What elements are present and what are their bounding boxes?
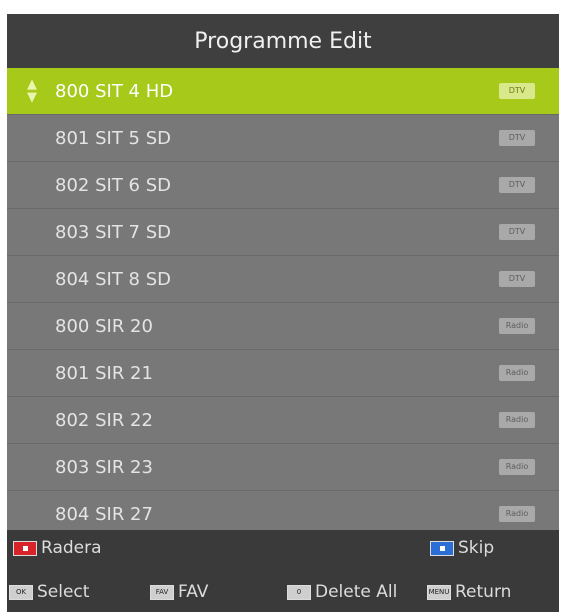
channel-type-badge: Radio: [499, 412, 535, 428]
legend-skip[interactable]: Skip: [430, 538, 494, 558]
channel-type-badge: DTV: [499, 271, 535, 287]
legend-fav[interactable]: FAV FAV: [150, 582, 208, 602]
channel-name: 800 SIT 4 HD: [55, 80, 174, 102]
channel-name: 801 SIT 5 SD: [55, 127, 171, 149]
channel-row[interactable]: 801 SIR 21 Radio: [7, 350, 559, 397]
channel-row[interactable]: ▲ ▼ 800 SIT 4 HD DTV: [7, 68, 559, 115]
legend-skip-label: Skip: [458, 538, 495, 558]
red-key-icon: [13, 540, 37, 556]
channel-type-badge: DTV: [499, 177, 535, 193]
channel-name: 802 SIT 6 SD: [55, 174, 171, 196]
key-legend: Radera Skip OK Select FAV FAV 0 Delete A…: [7, 530, 559, 612]
channel-name: 804 SIR 27: [55, 503, 153, 525]
channel-type-badge: Radio: [499, 318, 535, 334]
blue-key-icon: [430, 540, 454, 556]
channel-name: 803 SIR 23: [55, 456, 153, 478]
programme-edit-panel: Programme Edit ▲ ▼ 800 SIT 4 HD DTV 801 S…: [7, 14, 559, 612]
legend-delete-label: Radera: [41, 538, 102, 558]
channel-row[interactable]: 802 SIR 22 Radio: [7, 397, 559, 444]
channel-type-badge: DTV: [499, 224, 535, 240]
channel-row[interactable]: 803 SIR 23 Radio: [7, 444, 559, 491]
channel-row[interactable]: 803 SIT 7 SD DTV: [7, 209, 559, 256]
fav-key-icon: FAV: [150, 584, 174, 600]
channel-type-badge: Radio: [499, 506, 535, 522]
channel-name: 803 SIT 7 SD: [55, 221, 171, 243]
legend-return-label: Return: [455, 582, 512, 602]
channel-name: 804 SIT 8 SD: [55, 268, 171, 290]
channel-type-badge: DTV: [499, 83, 535, 99]
legend-delete[interactable]: Radera: [13, 538, 102, 558]
page-title-text: Programme Edit: [194, 28, 372, 54]
channel-row[interactable]: 802 SIT 6 SD DTV: [7, 162, 559, 209]
channel-list: ▲ ▼ 800 SIT 4 HD DTV 801 SIT 5 SD DTV 802…: [7, 68, 559, 538]
legend-select-label: Select: [37, 582, 90, 602]
legend-return[interactable]: MENU Return: [427, 582, 511, 602]
channel-type-badge: DTV: [499, 130, 535, 146]
ok-key-icon: OK: [9, 584, 33, 600]
channel-name: 800 SIR 20: [55, 315, 153, 337]
page-title: Programme Edit: [7, 14, 559, 68]
updown-arrow-icon: ▲ ▼: [27, 77, 37, 105]
legend-fav-label: FAV: [178, 582, 209, 602]
channel-type-badge: Radio: [499, 459, 535, 475]
channel-row[interactable]: 801 SIT 5 SD DTV: [7, 115, 559, 162]
zero-key-icon: 0: [287, 584, 311, 600]
legend-delete-all[interactable]: 0 Delete All: [287, 582, 397, 602]
channel-name: 801 SIR 21: [55, 362, 153, 384]
channel-type-badge: Radio: [499, 365, 535, 381]
channel-name: 802 SIR 22: [55, 409, 153, 431]
legend-select[interactable]: OK Select: [9, 582, 89, 602]
menu-key-icon: MENU: [427, 584, 451, 600]
channel-row[interactable]: 804 SIT 8 SD DTV: [7, 256, 559, 303]
legend-delete-all-label: Delete All: [315, 582, 398, 602]
channel-row[interactable]: 800 SIR 20 Radio: [7, 303, 559, 350]
